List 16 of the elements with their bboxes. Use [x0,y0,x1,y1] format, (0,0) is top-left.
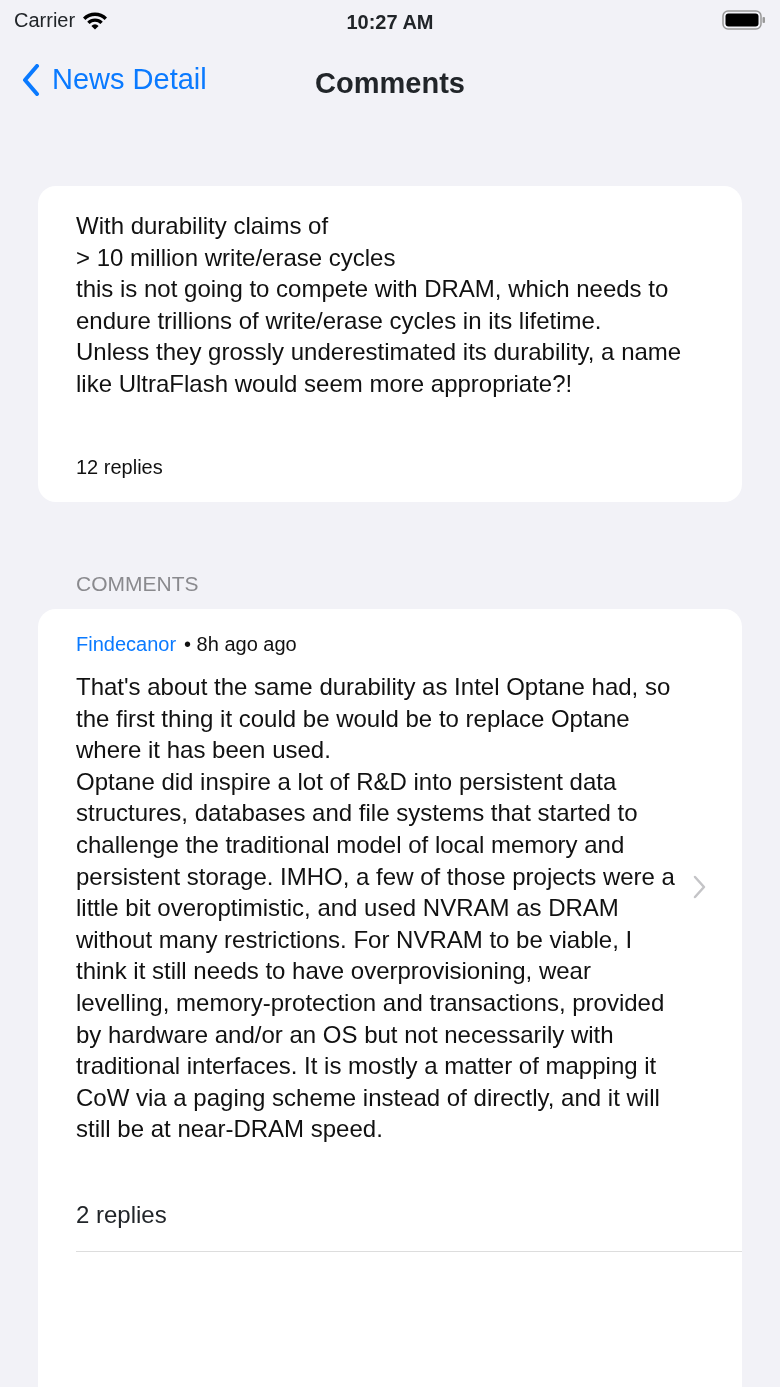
back-button[interactable]: News Detail [0,40,207,120]
comment-text: That's about the same durability as Intel Optane had, so the first thing it could be would be to replace Optane where it has been used. Optane did inspire a lot of R&D into persistent data structures, databases and file systems that started to challenge the traditional model of local memory and persistent storage. IMHO, a few of those projects were a little bit overoptimistic, and used NVRAM as DRAM without many restrictions. For NVRAM to be viable, I think it still needs to have overprovisioning, wear levelling, memory-protection and transactions, provided by hardware and/or an OS but not necessarily with traditional interfaces. It is mostly a matter of mapping it CoW via a paging scheme instead of directly, and it will still be at near-DRAM speed. [76,672,676,1145]
comment-card[interactable] [38,609,742,1387]
replies-count: 2 replies [76,1200,167,1228]
replies-count: 12 replies [76,454,163,480]
status-time: 10:27 AM [346,10,434,35]
chevron-right-icon [692,875,706,899]
author-link[interactable]: Findecanor [76,629,177,660]
chevron-left-icon [22,64,40,96]
comment-meta: • 8h ago ago [184,632,297,658]
nav-title: Comments [315,66,465,101]
carrier-label: Carrier [14,8,76,33]
battery-icon [722,10,766,30]
post-text: With durability claims of > 10 million write/erase cycles this is not going to compete with DRAM, which needs to endure trillions of write/erase cycles in its lifetime. Unless they grossly underestimated its durability, a name like UltraFlash would seem more appropriate?! [76,211,683,399]
section-header: COMMENTS [76,571,199,595]
wifi-icon [82,10,109,30]
